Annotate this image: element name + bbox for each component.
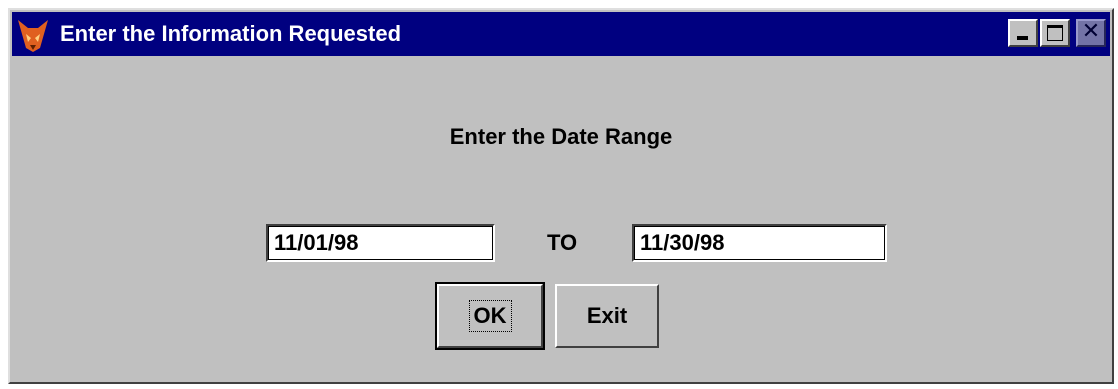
end-date-field[interactable] [632,224,887,262]
close-button[interactable]: ✕ [1076,19,1106,47]
ok-button[interactable]: OK [435,282,545,350]
fox-app-icon[interactable] [16,18,50,52]
minimize-button[interactable] [1008,19,1038,47]
title-bar[interactable]: Enter the Information Requested ✕ [12,12,1110,56]
close-icon: ✕ [1081,19,1101,44]
exit-button[interactable]: Exit [555,284,659,348]
ok-button-label: OK [468,300,512,332]
date-range-heading: Enter the Date Range [449,124,673,149]
exit-button-label: Exit [586,303,628,328]
to-label: TO [547,230,578,255]
start-date-field[interactable] [266,224,495,262]
window-title: Enter the Information Requested [60,21,402,46]
maximize-button[interactable] [1040,19,1070,47]
window-controls: ✕ [1006,19,1106,47]
dialog-window: Enter the Information Requested ✕ Enter … [8,8,1114,384]
